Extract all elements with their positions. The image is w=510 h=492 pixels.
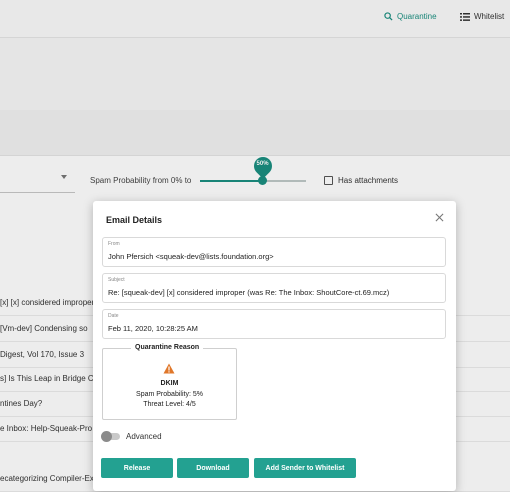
warning-icon — [163, 363, 175, 376]
reason-spam-probability: Spam Probability: 5% — [136, 391, 203, 398]
date-value: Feb 11, 2020, 10:28:25 AM — [108, 324, 198, 333]
from-field[interactable]: From John Pfersich <squeak-dev@lists.fou… — [102, 237, 446, 267]
dialog-title: Email Details — [106, 215, 163, 225]
reason-threat-level: Threat Level: 4/5 — [143, 401, 196, 408]
add-sender-to-whitelist-button[interactable]: Add Sender to Whitelist — [254, 458, 356, 478]
toggle-knob — [101, 431, 112, 442]
email-details-dialog: Email Details From John Pfersich <squeak… — [93, 201, 456, 491]
advanced-toggle[interactable] — [101, 431, 120, 442]
date-label: Date — [108, 313, 119, 319]
from-value: John Pfersich <squeak-dev@lists.foundati… — [108, 252, 274, 261]
from-label: From — [108, 241, 120, 247]
date-field[interactable]: Date Feb 11, 2020, 10:28:25 AM — [102, 309, 446, 339]
quarantine-reason-box: Quarantine Reason DKIM Spam Probability:… — [102, 344, 237, 420]
reason-code: DKIM — [160, 380, 179, 387]
quarantine-reason-title: Quarantine Reason — [131, 344, 204, 351]
download-button[interactable]: Download — [177, 458, 249, 478]
advanced-label: Advanced — [126, 432, 162, 441]
subject-field[interactable]: Subject Re: [squeak-dev] [x] considered … — [102, 273, 446, 303]
close-icon[interactable] — [433, 211, 445, 223]
subject-value: Re: [squeak-dev] [x] considered improper… — [108, 288, 390, 297]
subject-label: Subject — [108, 277, 125, 283]
release-button[interactable]: Release — [101, 458, 173, 478]
